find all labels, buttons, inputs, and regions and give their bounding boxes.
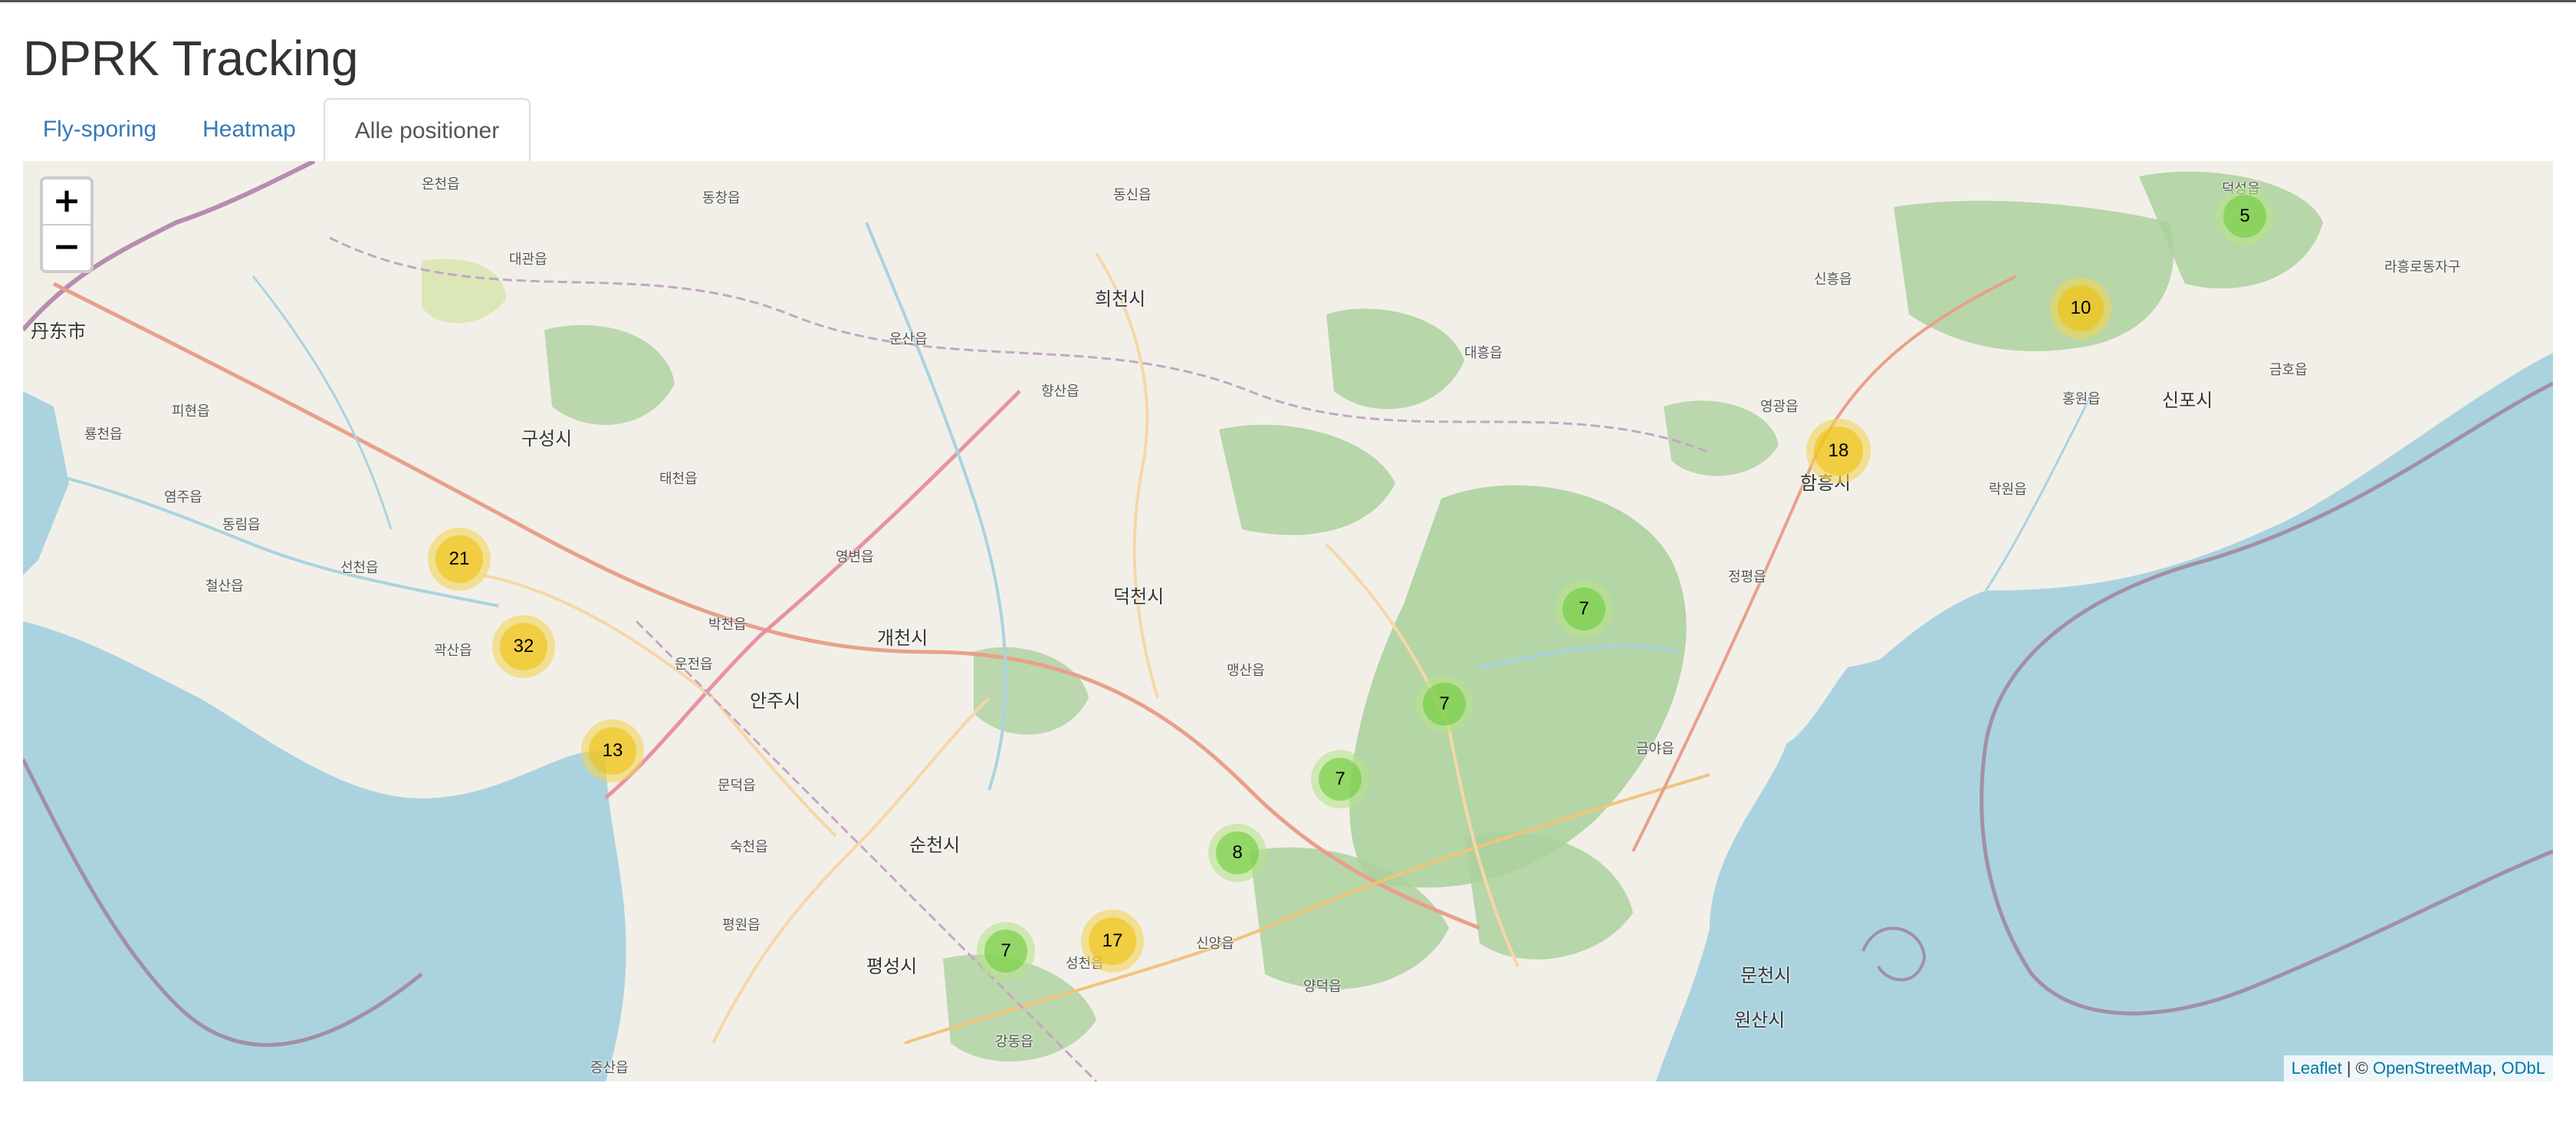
place-label: 동창읍: [702, 190, 741, 206]
place-label: 대관읍: [509, 252, 547, 268]
cluster-marker[interactable]: 10: [2050, 278, 2111, 339]
place-label: 동신읍: [1113, 187, 1152, 203]
cluster-marker[interactable]: 5: [2216, 187, 2274, 245]
place-label: 운전읍: [675, 657, 713, 673]
place-label: 향산읍: [1041, 383, 1079, 400]
place-label: 문덕읍: [718, 778, 756, 794]
place-label: 박천읍: [708, 617, 747, 633]
place-label: 강동읍: [995, 1034, 1033, 1050]
cluster-marker[interactable]: 7: [977, 922, 1035, 980]
place-label: 정평읍: [1728, 569, 1766, 585]
place-label: 원산시: [1734, 1009, 1786, 1031]
cluster-count: 7: [1319, 758, 1362, 801]
place-label: 곽산읍: [434, 643, 472, 659]
cluster-marker[interactable]: 7: [1415, 675, 1474, 733]
map-canvas[interactable]: + − 丹东市 구성시 희천시 덕천시 개천시 안주시 함흥시 신포시 순천시 …: [23, 161, 2553, 1081]
place-label: 홍원읍: [2062, 391, 2101, 407]
place-label: 희천시: [1095, 288, 1146, 310]
place-label: 안주시: [750, 690, 801, 712]
place-label: 양덕읍: [1303, 979, 1342, 995]
osm-link[interactable]: OpenStreetMap: [2373, 1058, 2492, 1078]
place-label: 숙천읍: [730, 839, 768, 855]
place-label: 금호읍: [2269, 362, 2308, 378]
cluster-count: 13: [589, 727, 636, 775]
place-label: 영변읍: [836, 549, 874, 565]
cluster-count: 21: [435, 535, 483, 583]
place-label: 신흥읍: [1814, 272, 1852, 288]
cluster-marker[interactable]: 32: [492, 615, 555, 678]
place-label: 룡천읍: [84, 426, 123, 443]
place-label: 개천시: [877, 627, 928, 649]
place-label: 신양읍: [1196, 936, 1234, 952]
top-rule: [0, 0, 2576, 2]
odbl-link[interactable]: ODbL: [2502, 1058, 2545, 1078]
cluster-count: 17: [1089, 917, 1136, 965]
page-title: DPRK Tracking: [23, 31, 359, 86]
cluster-marker[interactable]: 21: [428, 528, 491, 591]
place-label: 동림읍: [222, 517, 261, 533]
cluster-count: 32: [500, 623, 547, 670]
cluster-marker[interactable]: 17: [1081, 910, 1144, 973]
cluster-marker[interactable]: 8: [1208, 824, 1267, 882]
zoom-out-button[interactable]: −: [43, 225, 90, 270]
place-label: 금야읍: [1636, 741, 1674, 757]
place-label: 순천시: [909, 834, 961, 856]
cluster-count: 7: [984, 930, 1027, 973]
place-label: 대흥읍: [1464, 345, 1503, 361]
cluster-marker[interactable]: 7: [1311, 750, 1369, 808]
place-label: 문천시: [1740, 965, 1792, 986]
zoom-in-button[interactable]: +: [43, 179, 90, 225]
cluster-count: 5: [2223, 195, 2266, 238]
place-label: 철산읍: [205, 578, 244, 594]
place-label: 태천읍: [659, 471, 698, 487]
place-label: 피현읍: [172, 403, 210, 420]
tab-heatmap[interactable]: Heatmap: [184, 98, 314, 161]
place-label: 신포시: [2162, 390, 2213, 411]
cluster-count: 10: [2058, 285, 2104, 331]
place-label: 영광읍: [1760, 399, 1799, 415]
place-label: 평성시: [866, 956, 918, 977]
cluster-count: 7: [1562, 588, 1605, 630]
place-label: 증산읍: [590, 1060, 629, 1076]
cluster-count: 8: [1216, 831, 1259, 874]
cluster-count: 7: [1423, 683, 1466, 726]
tab-alle-positioner[interactable]: Alle positioner: [324, 98, 531, 163]
cluster-marker[interactable]: 13: [581, 719, 644, 782]
place-label: 라흥로동자구: [2384, 259, 2461, 275]
map-tiles: [23, 161, 2553, 1081]
place-label: 평원읍: [722, 917, 761, 933]
place-label: 맹산읍: [1227, 663, 1265, 679]
cluster-marker[interactable]: 7: [1555, 580, 1613, 638]
place-label: 락원읍: [1989, 482, 2027, 498]
attribution-comma: ,: [2492, 1058, 2502, 1078]
place-label: 구성시: [521, 428, 573, 449]
place-label: 丹东市: [31, 321, 86, 342]
cluster-marker[interactable]: 18: [1806, 419, 1871, 483]
place-label: 온천읍: [422, 176, 460, 193]
tab-bar: Fly-sporing Heatmap Alle positioner: [23, 98, 2553, 163]
map-attribution: Leaflet | © OpenStreetMap, ODbL: [2283, 1055, 2553, 1081]
zoom-control: + −: [40, 176, 94, 273]
tab-fly-sporing[interactable]: Fly-sporing: [23, 98, 176, 161]
cluster-count: 18: [1814, 426, 1863, 476]
leaflet-link[interactable]: Leaflet: [2292, 1058, 2342, 1078]
place-label: 운산읍: [889, 331, 928, 347]
place-label: 염주읍: [164, 489, 202, 505]
attribution-separator: | ©: [2341, 1058, 2373, 1078]
place-label: 선천읍: [340, 560, 379, 576]
place-label: 덕천시: [1113, 586, 1165, 607]
